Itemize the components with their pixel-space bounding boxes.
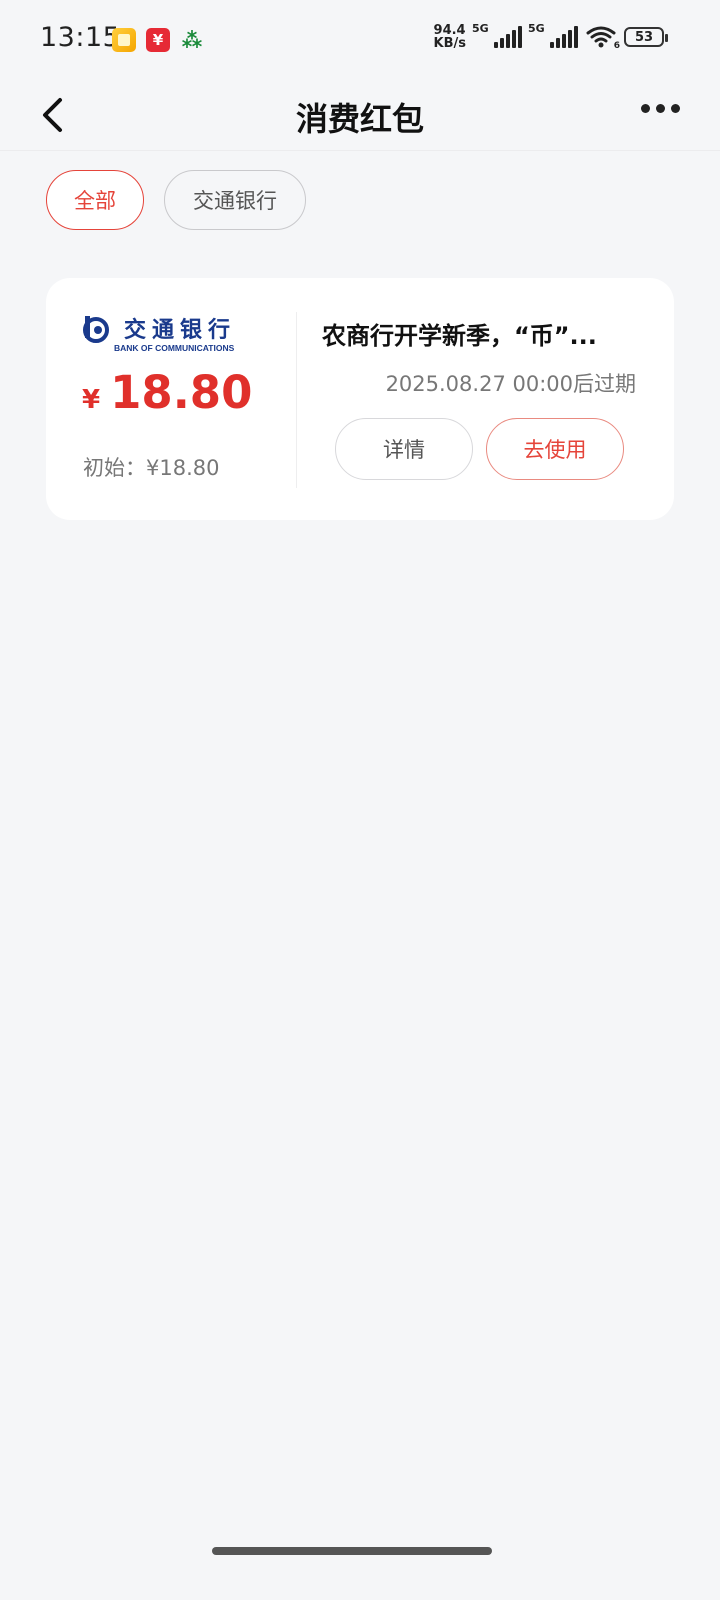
status-time: 13:15	[40, 22, 121, 53]
dot-icon	[641, 104, 650, 113]
amount-value: 18.80	[110, 366, 253, 419]
filter-tabs: 全部 交通银行	[46, 170, 306, 230]
battery-icon: 53	[624, 27, 668, 47]
status-bar: 13:15 ¥ ⁂ 94.4 KB/s 5G 5G 6 53	[0, 0, 720, 80]
notification-icons: ¥ ⁂	[112, 28, 204, 52]
net-speed: 94.4 KB/s	[433, 23, 466, 51]
balance-amount: ¥ 18.80	[82, 366, 252, 419]
cellular-signal-1-icon: 5G	[472, 22, 522, 48]
filter-chip-bankcomm[interactable]: 交通银行	[164, 170, 306, 230]
bank-of-communications-logo: 交通银行 BANK OF COMMUNICATIONS	[82, 314, 246, 354]
use-button[interactable]: 去使用	[486, 418, 624, 480]
filter-chip-all[interactable]: 全部	[46, 170, 144, 230]
svg-text:BANK OF COMMUNICATIONS: BANK OF COMMUNICATIONS	[114, 343, 235, 353]
svg-text:交通银行: 交通银行	[124, 317, 236, 343]
post-app-icon: ⁂	[181, 28, 203, 52]
initial-amount: 初始：¥18.80	[83, 456, 220, 480]
detail-button[interactable]: 详情	[335, 418, 473, 480]
cellular-signal-2-icon: 5G	[528, 22, 578, 48]
page-title: 消费红包	[295, 100, 424, 138]
expiry-text: 2025.08.27 00:00后过期	[385, 372, 636, 396]
dot-icon	[656, 104, 665, 113]
nav-bar: 消费红包	[0, 80, 720, 151]
home-indicator[interactable]	[212, 1547, 492, 1555]
notes-app-icon	[112, 28, 136, 52]
card-divider	[296, 312, 297, 488]
ecny-app-icon: ¥	[146, 28, 170, 52]
more-options-button[interactable]	[641, 104, 680, 113]
promo-title: 农商行开学新季，“币”...	[322, 322, 597, 350]
red-packet-card: 交通银行 BANK OF COMMUNICATIONS ¥ 18.80 初始：¥…	[46, 278, 674, 520]
system-icons: 94.4 KB/s 5G 5G 6 53	[433, 22, 668, 51]
currency-symbol: ¥	[82, 385, 101, 415]
dot-icon	[671, 104, 680, 113]
wifi-icon: 6	[586, 25, 620, 51]
